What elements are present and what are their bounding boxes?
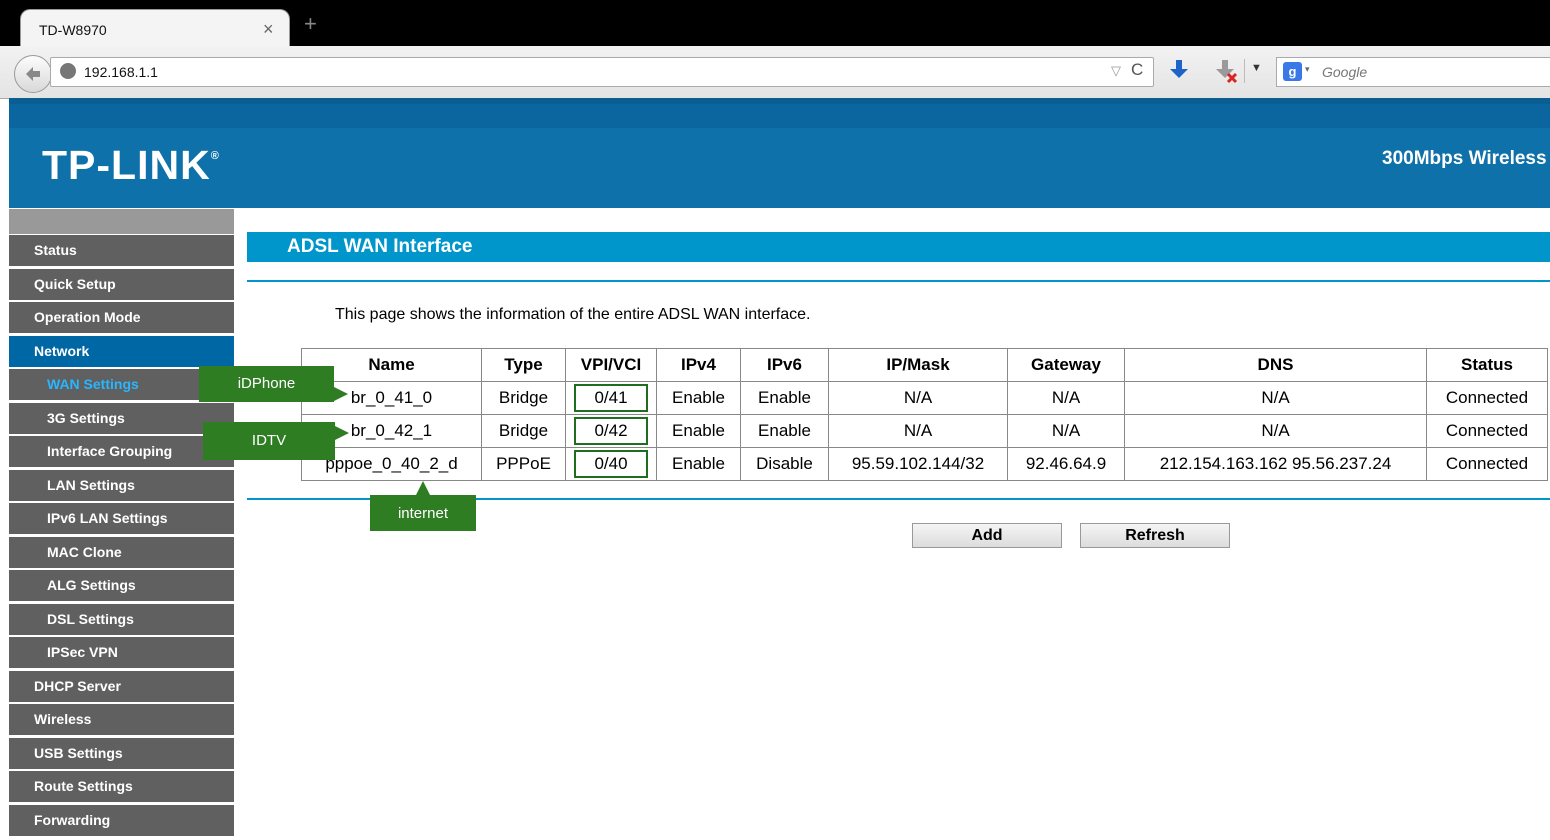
callout-internet: internet <box>370 495 476 531</box>
logo-registered-mark: ® <box>210 150 220 162</box>
tab-title: TD-W8970 <box>39 22 107 38</box>
back-button[interactable] <box>14 55 52 93</box>
cell-gateway: 92.46.64.9 <box>1007 447 1125 481</box>
sidebar-item-alg-settings[interactable]: ALG Settings <box>9 570 234 601</box>
column-header-ipv6: IPv6 <box>740 348 829 382</box>
url-history-dropdown-icon[interactable]: ▽ <box>1111 63 1121 79</box>
address-bar[interactable]: 192.168.1.1 ▽ C <box>50 57 1154 87</box>
cell-type: Bridge <box>481 414 566 448</box>
toolbar-dropdown-icon[interactable]: ▼ <box>1251 62 1262 74</box>
column-header-ipv4: IPv4 <box>656 348 741 382</box>
divider <box>247 280 1550 282</box>
column-header-vpi-vci: VPI/VCI <box>565 348 657 382</box>
cell-ipv6: Enable <box>740 414 829 448</box>
cell-dns: N/A <box>1124 414 1427 448</box>
cell-type: PPPoE <box>481 447 566 481</box>
globe-icon <box>60 63 76 79</box>
callout-idtv: IDTV <box>203 422 335 460</box>
block-download-icon[interactable] <box>1214 58 1240 84</box>
sidebar-item-dsl-settings[interactable]: DSL Settings <box>9 604 234 635</box>
page-description: This page shows the information of the e… <box>335 306 811 323</box>
table-row: br_0_42_1 Bridge 0/42 Enable Enable N/A … <box>301 414 1548 448</box>
callout-arrow-icon <box>335 426 349 440</box>
search-engine-dropdown-icon[interactable]: ▾ <box>1305 64 1310 75</box>
refresh-button[interactable]: Refresh <box>1080 523 1230 548</box>
browser-tab-bar: TD-W8970 × + <box>0 0 1550 50</box>
sidebar-item-route-settings[interactable]: Route Settings <box>9 771 234 802</box>
column-header-status: Status <box>1426 348 1548 382</box>
cell-ip-mask: N/A <box>828 414 1008 448</box>
sidebar-item-quick-setup[interactable]: Quick Setup <box>9 269 234 300</box>
url-text[interactable]: 192.168.1.1 <box>84 64 158 80</box>
new-tab-icon[interactable]: + <box>304 13 317 35</box>
browser-tab[interactable]: TD-W8970 × <box>20 9 290 50</box>
cell-status: Connected <box>1426 414 1548 448</box>
cell-vpi-vci: 0/40 <box>565 447 657 481</box>
cell-dns: 212.154.163.162 95.56.237.24 <box>1124 447 1427 481</box>
search-placeholder[interactable]: Google <box>1322 64 1367 80</box>
close-tab-icon[interactable]: × <box>263 19 274 40</box>
callout-idphone: iDPhone <box>199 366 334 402</box>
cell-status: Connected <box>1426 447 1548 481</box>
tp-link-logo: TP-LINK® <box>42 142 220 189</box>
header-stripe <box>9 104 1550 128</box>
toolbar-separator <box>1244 59 1245 83</box>
table-header-row: Name Type VPI/VCI IPv4 IPv6 IP/Mask Gate… <box>301 348 1548 382</box>
wan-interface-table: Name Type VPI/VCI IPv4 IPv6 IP/Mask Gate… <box>301 348 1548 481</box>
column-header-gateway: Gateway <box>1007 348 1125 382</box>
model-title: 300Mbps Wireless <box>1382 148 1547 169</box>
cell-gateway: N/A <box>1007 414 1125 448</box>
sidebar-item-interface-grouping[interactable]: Interface Grouping <box>9 436 234 467</box>
reload-icon[interactable]: C <box>1131 60 1143 80</box>
sidebar-top-bar <box>9 209 234 234</box>
sidebar-item-operation-mode[interactable]: Operation Mode <box>9 302 234 333</box>
callout-arrow-icon <box>416 481 430 495</box>
cell-ipv6: Enable <box>740 381 829 415</box>
sidebar-item-wireless[interactable]: Wireless <box>9 704 234 735</box>
sidebar-item-dhcp-server[interactable]: DHCP Server <box>9 671 234 702</box>
browser-nav-bar: 192.168.1.1 ▽ C ▼ g ▾ Google <box>0 46 1550 99</box>
cell-vpi-vci: 0/42 <box>565 414 657 448</box>
sidebar-item-usb-settings[interactable]: USB Settings <box>9 738 234 769</box>
cell-dns: N/A <box>1124 381 1427 415</box>
cell-ipv4: Enable <box>656 447 741 481</box>
sidebar-item-3g-settings[interactable]: 3G Settings <box>9 403 234 434</box>
sidebar-item-mac-clone[interactable]: MAC Clone <box>9 537 234 568</box>
cell-ip-mask: 95.59.102.144/32 <box>828 447 1008 481</box>
cell-vpi-vci: 0/41 <box>565 381 657 415</box>
cell-status: Connected <box>1426 381 1548 415</box>
cell-gateway: N/A <box>1007 381 1125 415</box>
table-row: pppoe_0_40_2_d PPPoE 0/40 Enable Disable… <box>301 447 1548 481</box>
cell-ipv6: Disable <box>740 447 829 481</box>
download-icon[interactable] <box>1168 58 1190 82</box>
column-header-ip-mask: IP/Mask <box>828 348 1008 382</box>
vpi-vci-highlight: 0/42 <box>574 417 648 445</box>
column-header-dns: DNS <box>1124 348 1427 382</box>
sidebar-menu: Status Quick Setup Operation Mode Networ… <box>9 209 234 840</box>
cell-type: Bridge <box>481 381 566 415</box>
sidebar-item-status[interactable]: Status <box>9 235 234 266</box>
sidebar-item-lan-settings[interactable]: LAN Settings <box>9 470 234 501</box>
callout-arrow-icon <box>334 387 348 401</box>
page-title: ADSL WAN Interface <box>287 236 473 257</box>
add-button[interactable]: Add <box>912 523 1062 548</box>
page-title-bar: ADSL WAN Interface <box>247 232 1550 262</box>
table-row: br_0_41_0 Bridge 0/41 Enable Enable N/A … <box>301 381 1548 415</box>
cell-ip-mask: N/A <box>828 381 1008 415</box>
cell-ipv4: Enable <box>656 414 741 448</box>
sidebar-item-network[interactable]: Network <box>9 336 234 367</box>
vpi-vci-highlight: 0/41 <box>574 384 648 412</box>
search-box[interactable]: g ▾ Google <box>1276 57 1550 87</box>
sidebar-item-forwarding[interactable]: Forwarding <box>9 805 234 836</box>
vpi-vci-highlight: 0/40 <box>574 450 648 478</box>
router-header: TP-LINK® 300Mbps Wireless <box>9 98 1550 208</box>
cell-ipv4: Enable <box>656 381 741 415</box>
sidebar-item-ipv6-lan-settings[interactable]: IPv6 LAN Settings <box>9 503 234 534</box>
sidebar-item-ipsec-vpn[interactable]: IPSec VPN <box>9 637 234 668</box>
back-arrow-icon <box>26 67 40 81</box>
column-header-type: Type <box>481 348 566 382</box>
google-icon[interactable]: g <box>1283 62 1302 81</box>
logo-text: TP-LINK <box>42 142 211 188</box>
